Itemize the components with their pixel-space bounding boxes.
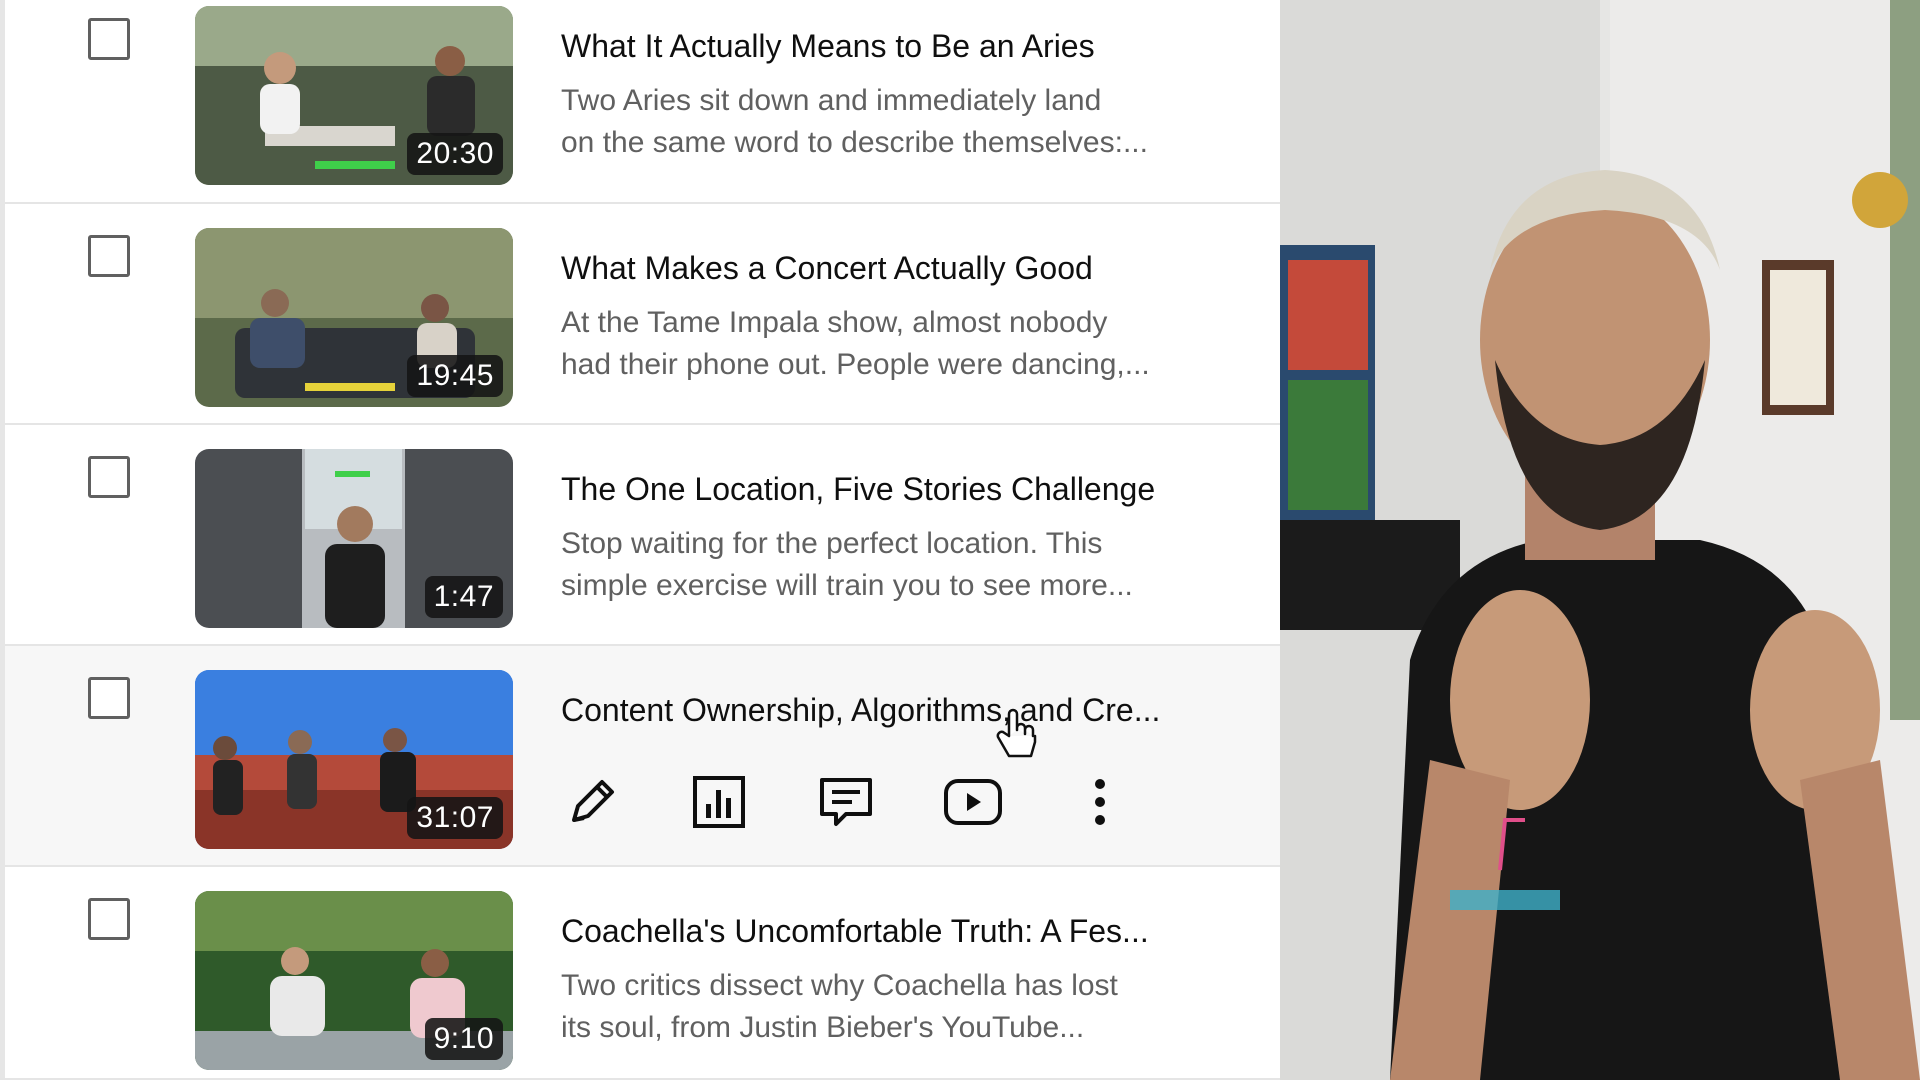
video-description: Two Aries sit down and immediately land … xyxy=(561,80,1201,164)
video-thumbnail[interactable]: 20:30 xyxy=(195,6,513,185)
select-checkbox[interactable] xyxy=(88,18,130,60)
select-checkbox[interactable] xyxy=(88,456,130,498)
description-line: Two critics dissect why Coachella has lo… xyxy=(561,969,1118,1002)
video-row-hovered[interactable]: 31:07 Content Ownership, Algorithms, and… xyxy=(5,646,1280,867)
description-line: its soul, from Justin Bieber's YouTube..… xyxy=(561,1011,1085,1044)
video-duration: 9:10 xyxy=(424,1018,503,1060)
video-row[interactable]: 1:47 The One Location, Five Stories Chal… xyxy=(5,425,1280,646)
video-thumbnail[interactable]: 9:10 xyxy=(195,891,513,1070)
video-description: At the Tame Impala show, almost nobody h… xyxy=(561,302,1201,386)
pencil-icon xyxy=(572,780,614,822)
comments-button[interactable] xyxy=(815,771,877,833)
video-duration: 19:45 xyxy=(407,355,503,397)
row-actions xyxy=(561,771,1121,831)
description-line: had their phone out. People were dancing… xyxy=(561,348,1150,381)
select-checkbox[interactable] xyxy=(88,677,130,719)
youtube-play-icon xyxy=(944,779,1002,825)
description-line: simple exercise will train you to see mo… xyxy=(561,569,1133,602)
edit-button[interactable] xyxy=(561,771,623,833)
analytics-button[interactable] xyxy=(688,771,750,833)
video-row[interactable]: 19:45 What Makes a Concert Actually Good… xyxy=(5,204,1280,425)
presenter-video xyxy=(1280,0,1920,1080)
view-on-youtube-button[interactable] xyxy=(942,771,1004,833)
description-line: At the Tame Impala show, almost nobody xyxy=(561,306,1108,339)
comments-icon xyxy=(820,778,872,826)
analytics-icon xyxy=(693,776,745,828)
description-line: on the same word to describe themselves:… xyxy=(561,126,1148,159)
description-line: Stop waiting for the perfect location. T… xyxy=(561,527,1103,560)
hand-cursor-icon xyxy=(996,708,1037,758)
video-row[interactable]: 9:10 Coachella's Uncomfortable Truth: A … xyxy=(5,867,1280,1088)
description-line: Two Aries sit down and immediately land xyxy=(561,84,1102,117)
video-list: 20:30 What It Actually Means to Be an Ar… xyxy=(0,0,1280,1088)
select-checkbox[interactable] xyxy=(88,898,130,940)
video-title[interactable]: The One Location, Five Stories Challenge xyxy=(561,471,1201,508)
video-title[interactable]: What Makes a Concert Actually Good xyxy=(561,250,1201,287)
video-duration: 1:47 xyxy=(424,576,503,618)
video-row[interactable]: 20:30 What It Actually Means to Be an Ar… xyxy=(5,0,1280,204)
video-title[interactable]: Content Ownership, Algorithms, and Cre..… xyxy=(561,692,1201,729)
more-vert-icon xyxy=(1095,779,1105,825)
video-thumbnail[interactable]: 19:45 xyxy=(195,228,513,407)
more-options-button[interactable] xyxy=(1069,771,1131,833)
video-title[interactable]: What It Actually Means to Be an Aries xyxy=(561,28,1201,65)
video-thumbnail[interactable]: 31:07 xyxy=(195,670,513,849)
video-duration: 31:07 xyxy=(407,797,503,839)
video-description: Stop waiting for the perfect location. T… xyxy=(561,523,1201,607)
presenter-video-frame xyxy=(1280,0,1920,1080)
video-duration: 20:30 xyxy=(407,133,503,175)
select-checkbox[interactable] xyxy=(88,235,130,277)
video-thumbnail[interactable]: 1:47 xyxy=(195,449,513,628)
video-description: Two critics dissect why Coachella has lo… xyxy=(561,965,1201,1049)
video-title[interactable]: Coachella's Uncomfortable Truth: A Fes..… xyxy=(561,913,1201,950)
